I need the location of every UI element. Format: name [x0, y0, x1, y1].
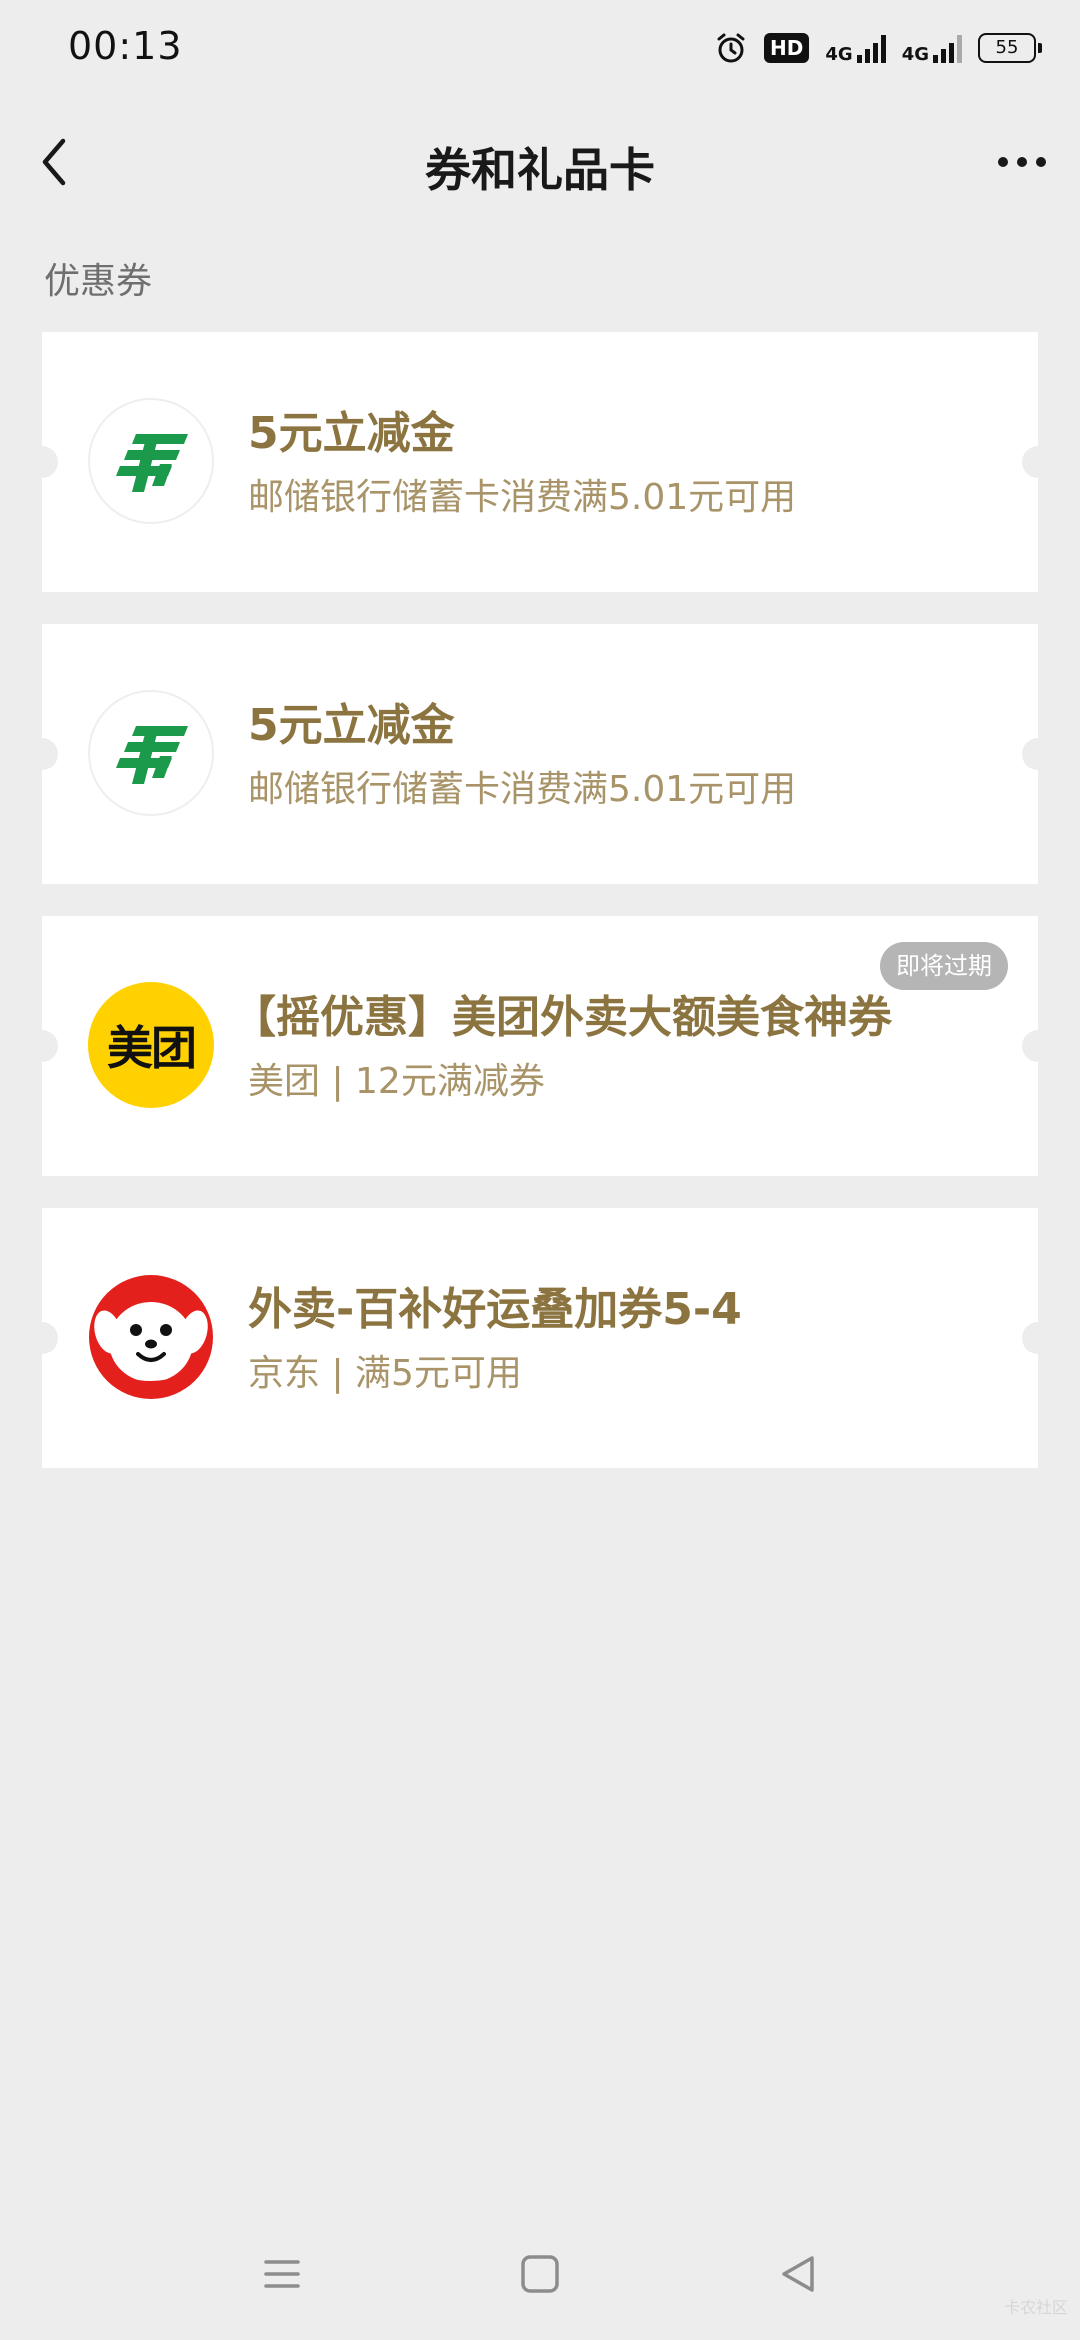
jd-logo: [88, 1274, 214, 1400]
china-post-icon: [116, 434, 188, 492]
status-icons: HD 4G 4G 55: [714, 28, 1042, 68]
coupon-card[interactable]: 5元立减金 邮储银行储蓄卡消费满5.01元可用: [26, 332, 1054, 592]
network-type-label: 4G: [825, 44, 853, 65]
nav-bar: 券和礼品卡: [0, 110, 1080, 214]
coupon-title: 外卖-百补好运叠加券5-4: [248, 1284, 742, 1335]
meituan-logo-text: 美团: [107, 1021, 197, 1075]
signal-2: 4G: [901, 33, 962, 65]
coupon-subtitle: 美团 | 12元满减券: [248, 1061, 545, 1102]
coupon-card[interactable]: 5元立减金 邮储银行储蓄卡消费满5.01元可用: [26, 624, 1054, 884]
page-title: 券和礼品卡: [425, 143, 655, 197]
jd-dog-icon: [89, 1275, 213, 1399]
coupon-subtitle: 京东 | 满5元可用: [248, 1353, 522, 1394]
status-bar: 00:13 HD 4G 4G 55: [0, 0, 1080, 96]
coupon-subtitle: 邮储银行储蓄卡消费满5.01元可用: [248, 477, 797, 518]
battery-icon: 55: [978, 33, 1042, 63]
watermark-text: 卡农社区: [1003, 2298, 1068, 2317]
system-nav-bar: 卡农社区: [0, 2216, 1080, 2326]
back-triangle-icon[interactable]: [768, 2244, 828, 2304]
coupon-card[interactable]: 外卖-百补好运叠加券5-4 京东 | 满5元可用: [26, 1208, 1054, 1468]
signal-bars-icon-2: [933, 33, 962, 63]
china-post-logo: [88, 690, 214, 816]
coupon-title: 【摇优惠】美团外卖大额美食神券: [232, 992, 892, 1043]
home-square-icon[interactable]: [510, 2244, 570, 2304]
expiring-soon-badge: 即将过期: [880, 942, 1008, 990]
coupon-title: 5元立减金: [248, 408, 455, 459]
more-dot-icon: [1036, 157, 1046, 167]
coupon-text: 5元立减金 邮储银行储蓄卡消费满5.01元可用: [248, 406, 998, 520]
coupon-subtitle: 邮储银行储蓄卡消费满5.01元可用: [248, 769, 797, 810]
china-post-logo: [88, 398, 214, 524]
china-post-icon: [116, 726, 188, 784]
coupon-text: 【摇优惠】美团外卖大额美食神券 美团 | 12元满减券: [232, 990, 998, 1104]
network-type-label-2: 4G: [901, 44, 929, 65]
section-label-coupons: 优惠券: [44, 261, 153, 302]
signal-bars-icon: [856, 33, 886, 63]
coupon-card[interactable]: 即将过期 美团 【摇优惠】美团外卖大额美食神券 美团 | 12元满减券: [26, 916, 1054, 1176]
meituan-logo: 美团: [88, 982, 214, 1108]
coupon-text: 外卖-百补好运叠加券5-4 京东 | 满5元可用: [248, 1282, 998, 1396]
alarm-clock-icon: [717, 33, 745, 63]
coupons-page: 00:13 HD 4G 4G 55 券和礼品卡 优惠券 5元立减金 邮储银行储蓄…: [0, 0, 1080, 2340]
coupon-list: 5元立减金 邮储银行储蓄卡消费满5.01元可用 5元立减金 邮储银行储蓄卡消费满…: [26, 332, 1054, 1500]
hd-voice-icon: HD: [764, 33, 810, 63]
menu-icon[interactable]: [252, 2244, 312, 2304]
more-dot-icon: [1017, 157, 1027, 167]
status-time: 00:13: [68, 24, 183, 68]
signal-1: 4G: [825, 33, 886, 65]
coupon-title: 5元立减金: [248, 700, 455, 751]
coupon-text: 5元立减金 邮储银行储蓄卡消费满5.01元可用: [248, 698, 998, 812]
more-options-button[interactable]: [986, 130, 1058, 194]
more-dot-icon: [998, 157, 1008, 167]
